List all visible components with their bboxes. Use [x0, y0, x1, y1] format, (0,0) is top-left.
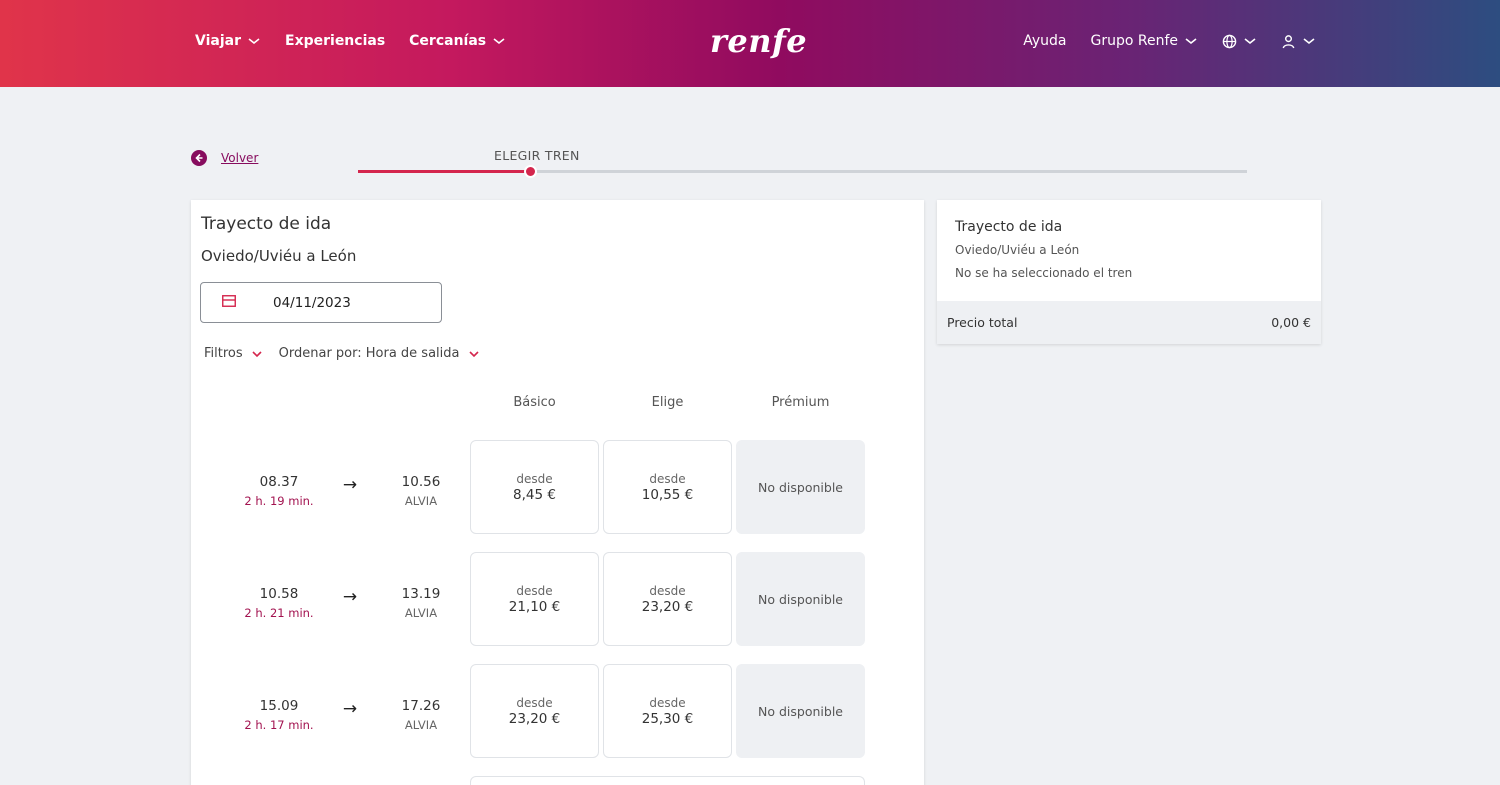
date-value: 04/11/2023 — [273, 295, 351, 311]
column-header-elige: Elige — [651, 395, 684, 410]
calendar-icon — [222, 295, 236, 307]
arrow-left-icon — [191, 150, 207, 166]
trip-duration: 2 h. 17 min. — [244, 718, 314, 732]
train-type: ALVIA — [404, 494, 438, 508]
summary-status: No se ha seleccionado el tren — [955, 266, 1133, 280]
fare-price: 23,20 € — [508, 710, 561, 727]
progress-step-dot — [524, 165, 537, 178]
chevron-down-icon — [1244, 38, 1256, 45]
secondary-nav: Ayuda Grupo Renfe — [1023, 33, 1316, 49]
chevron-down-icon — [468, 350, 479, 357]
nav-cercanias[interactable]: Cercanías — [409, 33, 506, 49]
fare-label: desde — [649, 471, 686, 486]
fare-elige[interactable]: desde 25,30 € — [603, 664, 732, 758]
fare-basico[interactable]: desde 21,10 € — [470, 552, 599, 646]
renfe-logo[interactable]: renfe — [710, 22, 807, 60]
fare-elige[interactable]: desde 10,55 € — [603, 440, 732, 534]
progress-track — [358, 165, 1247, 178]
fare-price: 10,55 € — [641, 486, 694, 503]
arrow-right-icon: → — [342, 699, 358, 719]
total-price-label: Precio total — [947, 315, 1018, 330]
filters-dropdown[interactable]: Filtros — [204, 346, 263, 361]
chevron-down-icon — [1185, 38, 1197, 45]
fare-basico[interactable]: desde 23,20 € — [470, 664, 599, 758]
sort-dropdown[interactable]: Ordenar por: Hora de salida — [279, 346, 480, 361]
fare-price: 25,30 € — [641, 710, 694, 727]
trip-summary-card: Trayecto de ida Oviedo/Uviéu a León No s… — [937, 200, 1321, 344]
user-icon — [1282, 34, 1295, 48]
arrow-right-icon: → — [342, 475, 358, 495]
nav-ayuda[interactable]: Ayuda — [1023, 33, 1066, 49]
sort-label: Ordenar por: Hora de salida — [278, 346, 460, 361]
train-results-card: Trayecto de ida Oviedo/Uviéu a León 04/1… — [191, 200, 924, 785]
column-header-premium: Prémium — [771, 395, 830, 410]
departure-time: 08.37 — [259, 474, 299, 490]
nav-experiencias-label: Experiencias — [285, 33, 386, 49]
nav-grupo-renfe-label: Grupo Renfe — [1090, 33, 1178, 49]
user-menu[interactable] — [1281, 34, 1316, 49]
column-header-basico: Básico — [513, 395, 556, 410]
summary-route: Oviedo/Uviéu a León — [955, 243, 1080, 257]
fare-premium-unavailable: No disponible — [736, 440, 865, 534]
top-navigation-bar: Viajar Experiencias Cercanías renfe Ayud… — [0, 0, 1500, 87]
step-label: ELEGIR TREN — [494, 148, 580, 163]
nav-viajar[interactable]: Viajar — [195, 33, 261, 49]
language-selector[interactable] — [1222, 34, 1257, 49]
nav-cercanias-label: Cercanías — [409, 33, 487, 49]
fare-price: 21,10 € — [508, 598, 561, 615]
arrow-right-icon: → — [342, 587, 358, 607]
chevron-down-icon — [493, 38, 505, 45]
arrival-time: 17.26 — [401, 698, 441, 714]
main-nav: Viajar Experiencias Cercanías — [195, 33, 506, 49]
summary-total-bar: Precio total 0,00 € — [937, 301, 1321, 344]
fare-premium-unavailable: No disponible — [736, 552, 865, 646]
fare-label: desde — [649, 695, 686, 710]
fare-basico[interactable]: desde 8,45 € — [470, 440, 599, 534]
trip-title: Trayecto de ida — [201, 214, 332, 234]
nav-grupo-renfe[interactable]: Grupo Renfe — [1090, 33, 1198, 49]
globe-icon — [1222, 34, 1237, 48]
trip-duration: 2 h. 21 min. — [244, 606, 314, 620]
fare-price: 8,45 € — [513, 486, 556, 503]
fare-label: desde — [516, 583, 553, 598]
fare-elige[interactable]: desde 23,20 € — [603, 552, 732, 646]
filters-label: Filtros — [204, 346, 243, 361]
train-type: ALVIA — [404, 606, 438, 620]
back-link[interactable]: Volver — [221, 151, 258, 165]
chevron-down-icon — [1303, 38, 1315, 45]
arrival-time: 13.19 — [401, 586, 441, 602]
fare-label: desde — [516, 695, 553, 710]
nav-ayuda-label: Ayuda — [1023, 33, 1067, 49]
nav-experiencias[interactable]: Experiencias — [285, 33, 385, 49]
summary-title: Trayecto de ida — [955, 219, 1063, 235]
fare-label: desde — [516, 471, 553, 486]
arrival-time: 10.56 — [401, 474, 441, 490]
nav-viajar-label: Viajar — [195, 33, 241, 49]
filter-bar: Filtros Ordenar por: Hora de salida — [204, 346, 480, 361]
fare-label: No disponible — [758, 703, 843, 719]
fare-price: 23,20 € — [641, 598, 694, 615]
chevron-down-icon — [252, 350, 262, 357]
progress-fill — [358, 170, 530, 173]
date-selector[interactable]: 04/11/2023 — [200, 282, 442, 323]
departure-time: 10.58 — [259, 586, 299, 602]
next-row-partial — [470, 776, 865, 785]
train-type: ALVIA — [404, 718, 438, 732]
departure-time: 15.09 — [259, 698, 299, 714]
chevron-down-icon — [248, 38, 260, 45]
fare-premium-unavailable: No disponible — [736, 664, 865, 758]
trip-route: Oviedo/Uviéu a León — [201, 247, 357, 265]
trip-duration: 2 h. 19 min. — [244, 494, 314, 508]
fare-label: No disponible — [758, 479, 843, 495]
fare-label: No disponible — [758, 591, 843, 607]
fare-label: desde — [649, 583, 686, 598]
back-control[interactable]: Volver — [191, 150, 258, 166]
total-price-value: 0,00 € — [1271, 315, 1311, 330]
